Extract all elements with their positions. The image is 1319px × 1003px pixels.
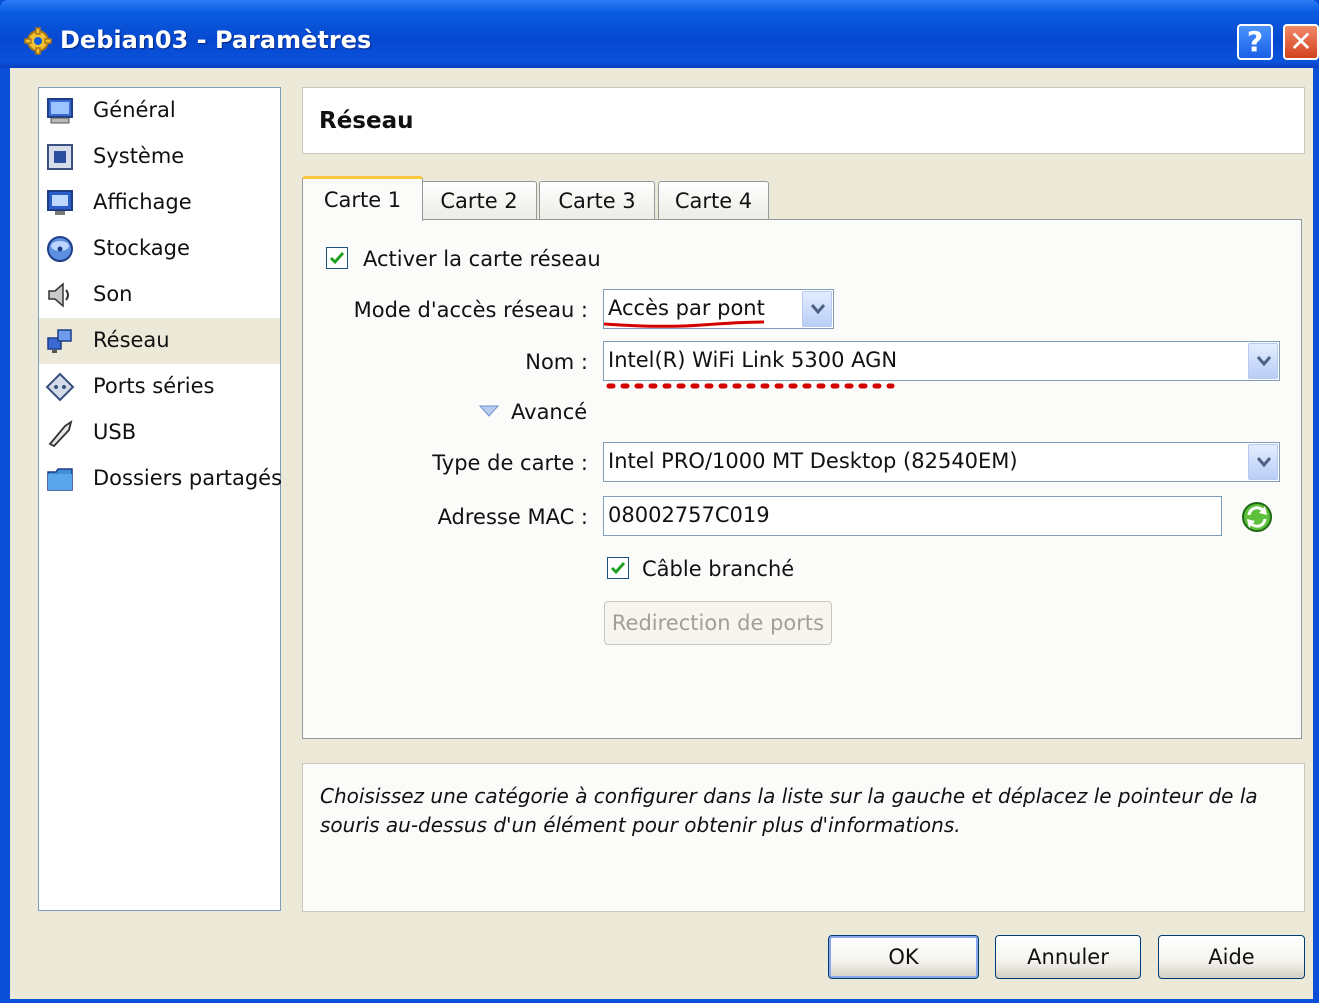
sidebar-item-label: Son bbox=[93, 282, 133, 306]
sidebar-item-label: Stockage bbox=[93, 236, 190, 260]
sidebar-item-network[interactable]: Réseau bbox=[39, 318, 280, 364]
sidebar-item-label: Dossiers partagés bbox=[93, 466, 283, 490]
folder-icon bbox=[47, 468, 73, 491]
cancel-button[interactable]: Annuler bbox=[995, 935, 1141, 979]
cable-connected-label: Câble branché bbox=[642, 557, 795, 581]
advanced-toggle-label[interactable]: Avancé bbox=[511, 400, 587, 424]
info-text: Choisissez une catégorie à configurer da… bbox=[320, 784, 1258, 837]
sidebar-item-serial-ports[interactable]: Ports séries bbox=[39, 364, 280, 410]
network-icon bbox=[47, 329, 72, 353]
sidebar-item-storage[interactable]: Stockage bbox=[39, 226, 280, 272]
port-forwarding-button[interactable]: Redirection de ports bbox=[604, 601, 832, 645]
chevron-down-icon[interactable] bbox=[1248, 444, 1278, 480]
adapter-type-select[interactable]: Intel PRO/1000 MT Desktop (82540EM) bbox=[603, 442, 1280, 482]
disk-icon bbox=[47, 236, 73, 262]
sidebar-item-label: Réseau bbox=[93, 328, 170, 352]
enable-adapter-label: Activer la carte réseau bbox=[363, 247, 601, 271]
adapter-type-value: Intel PRO/1000 MT Desktop (82540EM) bbox=[608, 449, 1018, 473]
expand-triangle-icon[interactable] bbox=[479, 404, 499, 418]
tab-card-2[interactable]: Carte 2 bbox=[421, 181, 537, 220]
title-help-button[interactable]: ? bbox=[1237, 24, 1273, 60]
tab-card-1[interactable]: Carte 1 bbox=[302, 176, 423, 221]
red-underline-annotation bbox=[603, 320, 765, 328]
serial-port-icon bbox=[45, 372, 75, 402]
red-dotted-annotation bbox=[606, 383, 895, 389]
attachment-mode-label: Mode d'accès réseau : bbox=[353, 298, 588, 322]
help-button[interactable]: Aide bbox=[1158, 935, 1305, 979]
sidebar-item-sound[interactable]: Son bbox=[39, 272, 280, 318]
enable-adapter-checkbox[interactable] bbox=[326, 247, 348, 269]
tab-card-3[interactable]: Carte 3 bbox=[539, 181, 655, 220]
category-list[interactable]: Général Système Affichage Stockage Son R… bbox=[38, 87, 283, 911]
section-header: Réseau bbox=[302, 87, 1305, 154]
adapter-type-label: Type de carte : bbox=[432, 451, 588, 475]
adapter-name-value: Intel(R) WiFi Link 5300 AGN bbox=[608, 348, 898, 372]
attachment-mode-value: Accès par pont bbox=[608, 296, 765, 320]
sidebar-item-usb[interactable]: USB bbox=[39, 410, 280, 456]
refresh-mac-icon[interactable] bbox=[1240, 500, 1274, 534]
info-panel: Choisissez une catégorie à configurer da… bbox=[302, 763, 1305, 912]
cable-connected-checkbox[interactable] bbox=[607, 557, 629, 579]
sidebar-item-label: Affichage bbox=[93, 190, 192, 214]
sidebar-item-label: USB bbox=[93, 420, 137, 444]
mac-address-value: 08002757C019 bbox=[608, 503, 770, 527]
sidebar-item-shared-folders[interactable]: Dossiers partagés bbox=[39, 456, 283, 502]
window-title: Debian03 - Paramètres bbox=[60, 26, 372, 54]
monitor-icon bbox=[47, 98, 73, 124]
adapter-name-select[interactable]: Intel(R) WiFi Link 5300 AGN bbox=[603, 341, 1280, 381]
ok-button[interactable]: OK bbox=[828, 935, 979, 979]
sidebar-item-label: Système bbox=[93, 144, 185, 168]
speaker-icon bbox=[48, 282, 69, 308]
tab-card-4[interactable]: Carte 4 bbox=[658, 181, 769, 220]
title-bar[interactable]: Debian03 - Paramètres ? ✕ bbox=[0, 0, 1319, 68]
check-icon bbox=[610, 562, 626, 575]
sidebar-item-display[interactable]: Affichage bbox=[39, 180, 280, 226]
display-icon bbox=[47, 190, 73, 215]
sidebar-item-system[interactable]: Système bbox=[39, 134, 280, 180]
mac-address-label: Adresse MAC : bbox=[437, 505, 588, 529]
gear-icon bbox=[24, 27, 52, 55]
check-icon bbox=[329, 252, 345, 265]
title-close-button[interactable]: ✕ bbox=[1283, 24, 1319, 60]
mac-address-field[interactable]: 08002757C019 bbox=[603, 496, 1222, 536]
sidebar-item-label: Général bbox=[93, 98, 176, 122]
sidebar-item-label: Ports séries bbox=[93, 374, 215, 398]
sidebar-item-general[interactable]: Général bbox=[39, 88, 280, 134]
chevron-down-icon[interactable] bbox=[802, 291, 832, 327]
chip-icon bbox=[47, 144, 73, 170]
usb-icon bbox=[48, 419, 73, 448]
chevron-down-icon[interactable] bbox=[1248, 343, 1278, 379]
adapter-name-label: Nom : bbox=[525, 350, 588, 374]
page-title: Réseau bbox=[319, 108, 414, 134]
